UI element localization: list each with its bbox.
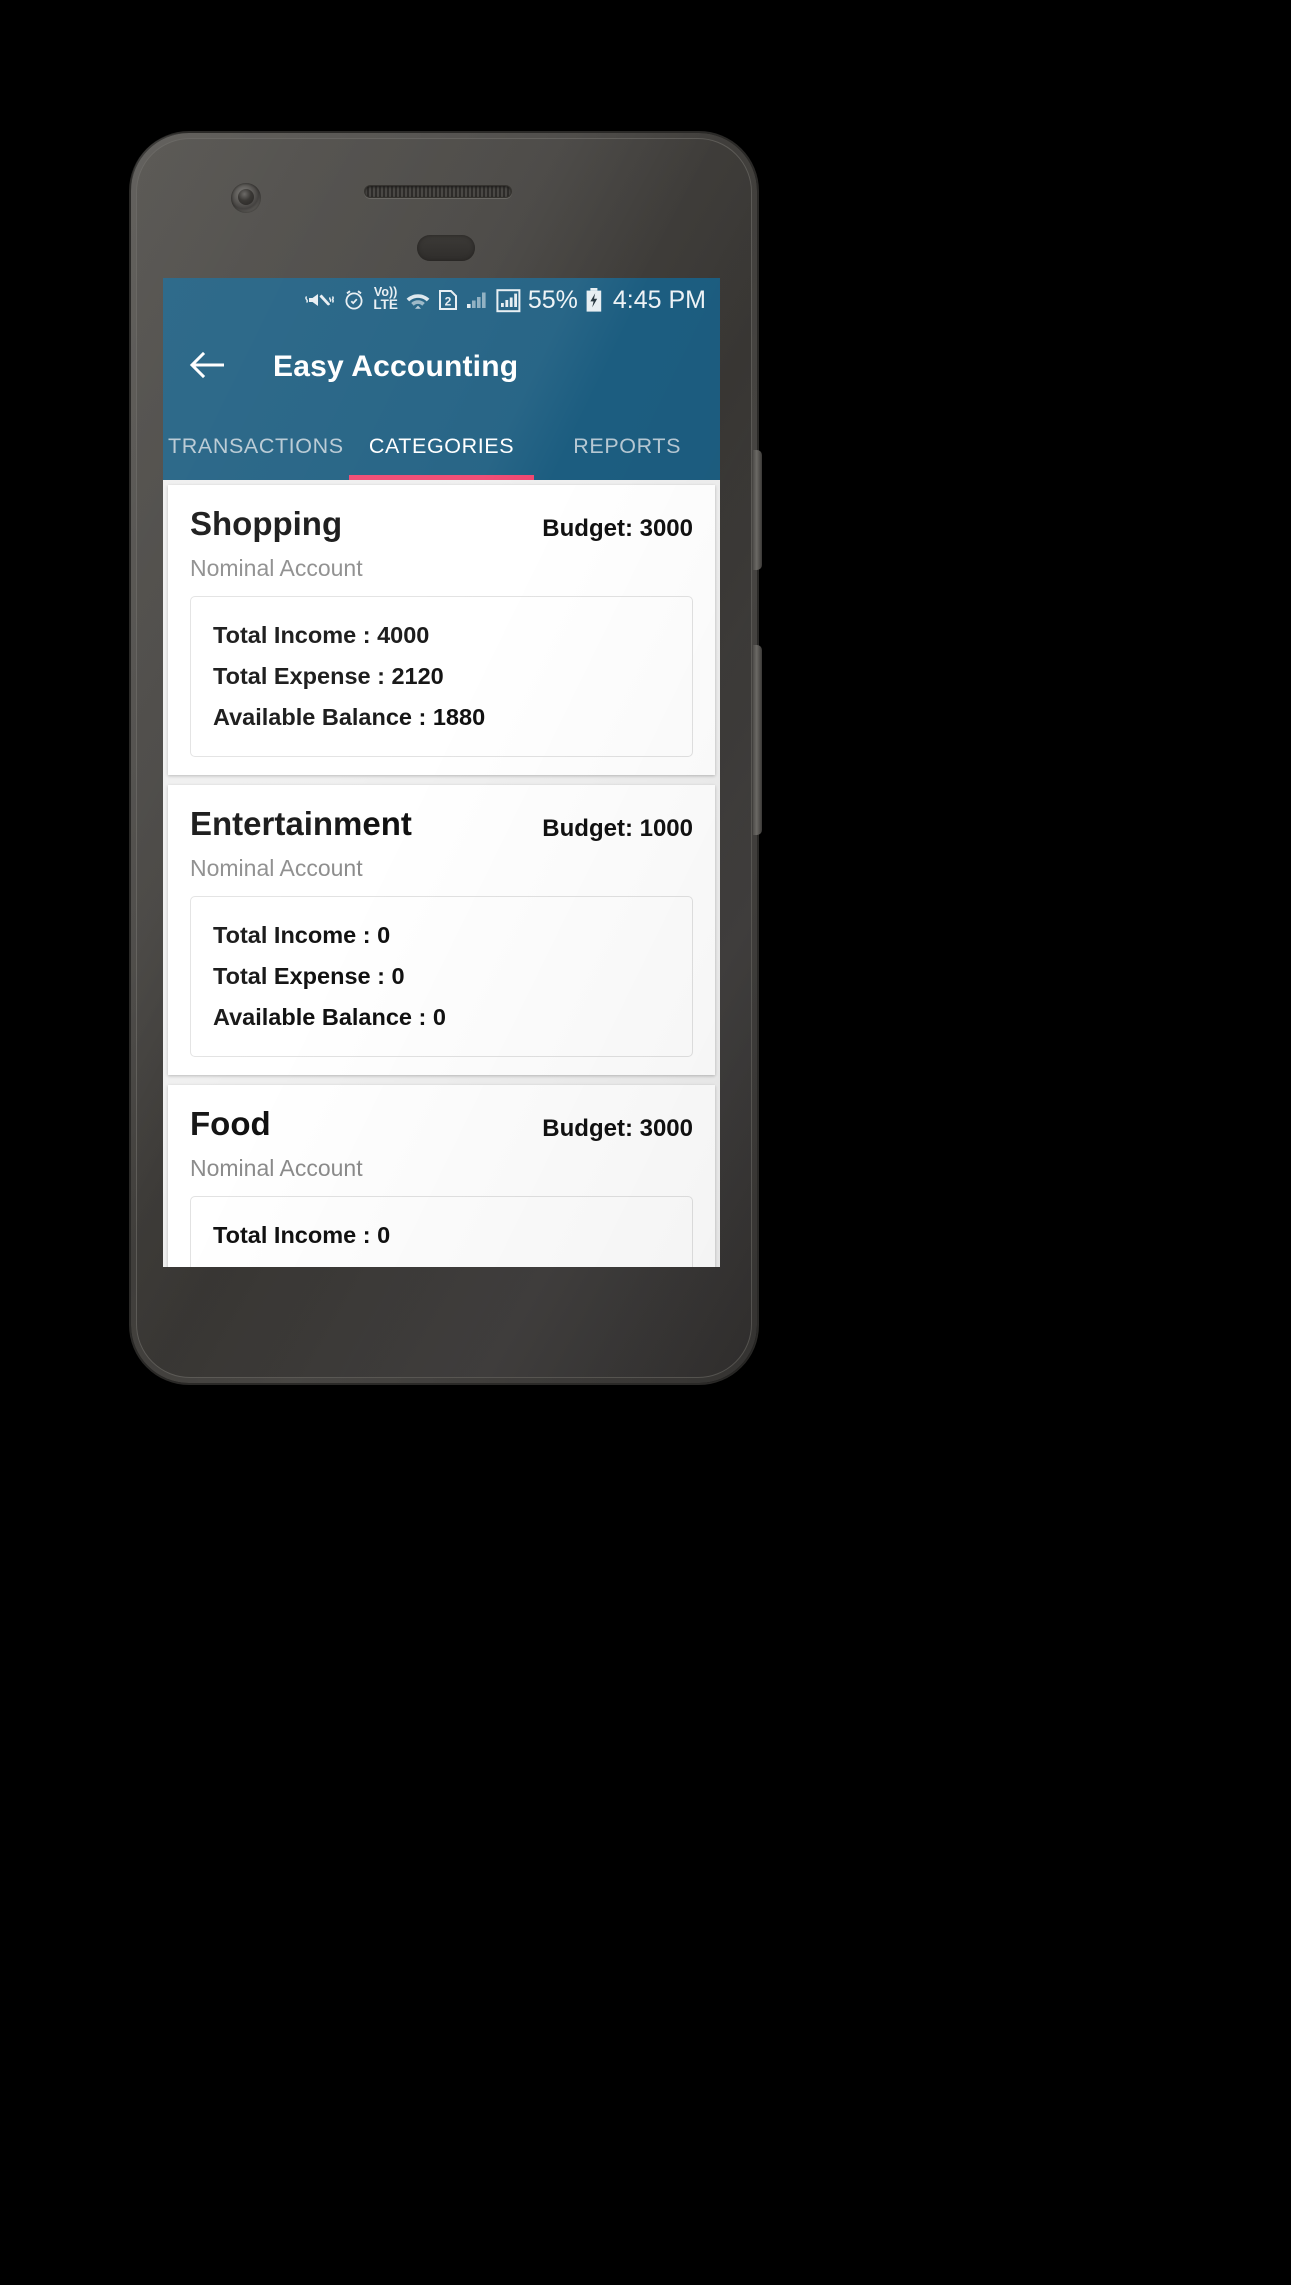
card-header: Entertainment Budget: 1000 <box>190 807 693 843</box>
tab-bar: TRANSACTIONS CATEGORIES REPORTS <box>163 412 720 480</box>
phone-screen: Vo)) LTE 2 <box>163 278 720 1267</box>
category-account-type: Nominal Account <box>190 555 693 582</box>
signal-bars-icon <box>465 287 489 313</box>
front-camera-lens <box>238 189 254 205</box>
svg-text:2: 2 <box>445 294 452 308</box>
power-button[interactable] <box>753 450 762 570</box>
category-budget: Budget: 3000 <box>542 1107 693 1143</box>
wifi-icon <box>405 287 431 313</box>
total-expense: Total Expense : 0 <box>213 1256 670 1267</box>
volte-icon: Vo)) LTE <box>373 287 398 313</box>
category-account-type: Nominal Account <box>190 855 693 882</box>
arrow-left-icon <box>189 350 229 385</box>
category-name: Shopping <box>190 507 342 542</box>
battery-percent-label: 55% <box>528 286 578 315</box>
total-income: Total Income : 4000 <box>213 615 670 656</box>
alarm-icon <box>342 287 366 313</box>
total-expense: Total Expense : 2120 <box>213 656 670 697</box>
category-budget: Budget: 3000 <box>542 507 693 543</box>
category-budget: Budget: 1000 <box>542 807 693 843</box>
tab-reports[interactable]: REPORTS <box>534 412 720 480</box>
status-clock: 4:45 PM <box>613 286 706 315</box>
category-card[interactable]: Food Budget: 3000 Nominal Account Total … <box>168 1085 715 1267</box>
volume-button[interactable] <box>753 645 762 835</box>
status-bar: Vo)) LTE 2 <box>163 278 720 322</box>
proximity-sensor <box>417 235 475 261</box>
card-header: Shopping Budget: 3000 <box>190 507 693 543</box>
vibrate-mute-icon <box>305 287 335 313</box>
sim2-icon: 2 <box>438 287 458 313</box>
back-button[interactable] <box>187 345 231 389</box>
tab-transactions[interactable]: TRANSACTIONS <box>163 412 349 480</box>
total-income: Total Income : 0 <box>213 915 670 956</box>
tab-categories[interactable]: CATEGORIES <box>349 412 535 480</box>
available-balance: Available Balance : 1880 <box>213 697 670 738</box>
category-name: Food <box>190 1107 271 1142</box>
total-expense: Total Expense : 0 <box>213 956 670 997</box>
available-balance: Available Balance : 0 <box>213 997 670 1038</box>
category-totals-box: Total Income : 0 Total Expense : 0 Avail… <box>190 1196 693 1267</box>
front-camera-icon <box>231 183 261 213</box>
card-header: Food Budget: 3000 <box>190 1107 693 1143</box>
category-totals-box: Total Income : 4000 Total Expense : 2120… <box>190 596 693 757</box>
page-title: Easy Accounting <box>273 350 518 384</box>
category-account-type: Nominal Account <box>190 1155 693 1182</box>
app-bar: Easy Accounting <box>163 322 720 412</box>
battery-charging-icon <box>585 287 603 313</box>
signal-strength-icon <box>496 287 521 313</box>
category-card[interactable]: Entertainment Budget: 1000 Nominal Accou… <box>168 785 715 1075</box>
earpiece-speaker <box>364 185 512 198</box>
volte-bottom-label: LTE <box>373 299 398 312</box>
category-totals-box: Total Income : 0 Total Expense : 0 Avail… <box>190 896 693 1057</box>
total-income: Total Income : 0 <box>213 1215 670 1256</box>
category-card[interactable]: Shopping Budget: 3000 Nominal Account To… <box>168 485 715 775</box>
categories-list[interactable]: Shopping Budget: 3000 Nominal Account To… <box>163 480 720 1267</box>
category-name: Entertainment <box>190 807 412 842</box>
